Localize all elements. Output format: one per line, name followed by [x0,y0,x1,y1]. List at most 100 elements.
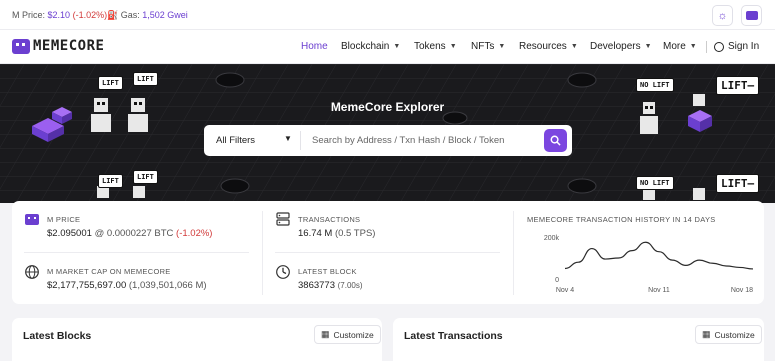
latest-transactions-title: Latest Transactions [404,330,503,342]
search-divider [300,131,301,150]
m-price-usd: $2.095001 [47,228,92,239]
m-price-value: $2.095001 @ 0.0000227 BTC (-1.02%) [47,228,212,239]
memecore-logo-icon [745,11,758,20]
m-price-label: M PRICE [47,215,81,224]
latest-blocks-title: Latest Blocks [23,330,92,342]
price-value: $2.10 [47,10,71,20]
gas-label: Gas: [120,10,140,20]
divider [24,252,249,253]
user-icon [714,41,724,52]
customize-label: Customize [714,329,755,340]
lift-bubble: LIFT [98,174,123,188]
main-nav: MEMECORE Home Blockchain ▼ Tokens ▼ NFTs ▼ … [0,30,775,64]
nav-home-label: Home [301,41,328,52]
globe-icon [25,265,39,279]
divider [275,252,500,253]
lift-sign: LIFT— [716,76,760,95]
x-tick-label: Nov 4 [556,287,574,294]
mcap-m: (1,039,501,066 M) [128,280,207,291]
nav-blockchain-label: Blockchain [341,41,390,52]
theme-toggle-button[interactable]: ☼ [712,5,733,26]
chevron-down-icon[interactable]: ▼ [284,134,292,143]
hero-title: MemeCore Explorer [330,100,445,114]
grid-icon: ▦ [702,329,711,339]
nav-developers[interactable]: Developers ▼ [590,41,652,52]
chevron-down-icon: ▼ [498,43,506,50]
x-tick-label: Nov 18 [731,287,753,294]
search-icon [550,135,561,146]
lift-bubble: LIFT [98,76,123,90]
nav-more[interactable]: More ▼ [663,41,697,52]
no-lift-bubble: NO LIFT [636,176,674,190]
latest-block-label: LATEST BLOCK [298,267,357,276]
nav-home[interactable]: Home [301,41,328,52]
lift-bubble: LIFT [133,72,158,86]
gas-icon: ⛽ [107,10,119,20]
price-change: (-1.02%) [72,10,108,20]
chevron-down-icon: ▼ [449,43,457,50]
chevron-down-icon: ▼ [393,43,401,50]
logo[interactable]: MEMECORE [12,38,104,54]
customize-transactions-button[interactable]: ▦ Customize [695,325,762,344]
latest-blocks-panel: Latest Blocks ▦ Customize [12,318,382,361]
m-price-change: (-1.02%) [176,228,213,239]
top-bar: M Price: $2.10 (-1.02%) ⛽ Gas: 1,502 Gwe… [0,0,775,30]
divider [262,211,263,295]
lift-bubble: LIFT [133,170,158,184]
nav-blockchain[interactable]: Blockchain ▼ [341,41,400,52]
y-tick-label: 0 [555,277,559,284]
nav-more-label: More [663,41,686,52]
filter-select[interactable]: All Filters [216,135,255,146]
customize-blocks-button[interactable]: ▦ Customize [314,325,381,344]
mcap-label: M MARKET CAP ON MEMECORE [47,267,171,276]
memecore-logo-icon [12,38,30,54]
gauge-icon [276,265,290,279]
grid-icon: ▦ [321,329,330,339]
search-button[interactable] [544,129,567,152]
nav-resources-label: Resources [519,41,567,52]
nav-resources[interactable]: Resources ▼ [519,41,578,52]
y-tick-label: 200k [544,235,560,242]
price-ticker: M Price: $2.10 (-1.02%) [12,10,107,20]
no-lift-bubble: NO LIFT [636,78,674,92]
search-input[interactable]: Search by Address / Txn Hash / Block / T… [312,135,504,146]
transactions-count[interactable]: 16.74 M [298,228,332,239]
search-bar: All Filters ▼ Search by Address / Txn Ha… [204,125,572,156]
customize-label: Customize [333,329,374,340]
nav-tokens-label: Tokens [414,41,446,52]
divider [513,211,514,295]
chevron-down-icon: ▼ [570,43,578,50]
latest-block-number[interactable]: 3863773 [298,280,335,291]
stats-card: M PRICE $2.095001 @ 0.0000227 BTC (-1.02… [12,201,764,304]
memecore-logo-icon [25,214,39,225]
hero-banner: LIFT LIFT LIFT LIFT NO LIFT NO LIFT LIFT… [0,64,775,203]
transactions-tps: (0.5 TPS) [334,228,376,239]
nav-nfts-label: NFTs [471,41,495,52]
x-tick-label: Nov 11 [648,287,670,294]
latest-block-value: 3863773 (7.00s) [298,280,363,291]
nav-divider [706,41,707,53]
mcap-value: $2,177,755,697.00 (1,039,501,066 M) [47,280,207,291]
m-price-btc: @ 0.0000227 BTC [94,228,174,239]
sun-icon: ☼ [717,9,728,22]
chart-title: MEMECORE TRANSACTION HISTORY IN 14 DAYS [527,215,716,224]
chevron-down-icon: ▼ [689,43,697,50]
latest-block-time: (7.00s) [337,281,363,290]
latest-transactions-panel: Latest Transactions ▦ Customize [393,318,764,361]
transaction-history-chart: 0 200k Nov 4 Nov 11 Nov 18 [544,235,754,294]
sign-in-label: Sign In [728,41,760,52]
transactions-label: TRANSACTIONS [298,215,361,224]
transactions-value: 16.74 M (0.5 TPS) [298,228,375,239]
price-label: M Price: [12,10,46,20]
mcap-usd: $2,177,755,697.00 [47,280,127,291]
nav-tokens[interactable]: Tokens ▼ [414,41,457,52]
network-button[interactable] [741,5,762,26]
gas-ticker: ⛽ Gas: 1,502 Gwei [107,10,188,21]
series-line [564,241,754,270]
nav-developers-label: Developers [590,41,641,52]
nav-nfts[interactable]: NFTs ▼ [471,41,505,52]
sign-in-link[interactable]: Sign In [714,41,759,52]
logo-text: MEMECORE [33,38,105,54]
server-icon [276,212,290,226]
gas-value: 1,502 Gwei [142,10,188,20]
